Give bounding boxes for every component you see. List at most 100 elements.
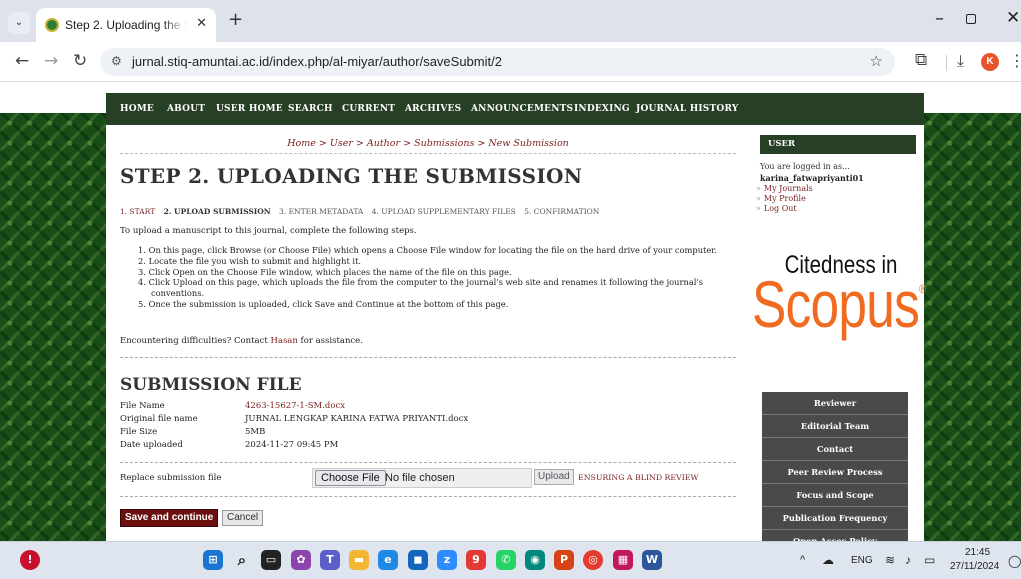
instruction-text: Locate the file you wish to submit and h…	[148, 255, 362, 266]
tab-title: Step 2. Uploading the Submissio	[65, 18, 187, 32]
menu-open-access-policy[interactable]: Open Acses Policy	[762, 530, 908, 541]
file-name-link[interactable]: 4263-15627-1-SM.docx	[245, 401, 345, 411]
nav-about[interactable]: ABOUT	[167, 104, 205, 114]
breadcrumb-submissions[interactable]: Submissions	[414, 138, 474, 149]
nav-archives[interactable]: ARCHIVES	[405, 104, 461, 114]
battery-icon[interactable]: ▭	[924, 553, 935, 567]
forward-arrow-icon[interactable]: →	[44, 51, 58, 71]
window-close-icon[interactable]: ✕	[1006, 8, 1020, 28]
app-red-icon[interactable]: 9	[466, 550, 486, 570]
notification-badge-icon[interactable]: !	[20, 550, 40, 570]
edge-icon[interactable]: e	[378, 550, 398, 570]
nav-journal-history[interactable]: JOURNAL HISTORY	[636, 104, 738, 114]
choose-file-button[interactable]: Choose File	[315, 470, 386, 486]
profile-avatar[interactable]: K	[981, 53, 999, 71]
tab-close-icon[interactable]: ✕	[196, 16, 207, 31]
nav-announcements[interactable]: ANNOUNCEMENTS	[471, 104, 573, 114]
browser-menu-icon[interactable]: ⋮	[1009, 51, 1021, 70]
submission-steps: 1. START 2. UPLOAD SUBMISSION 3. ENTER M…	[120, 207, 605, 216]
original-file-label: Original file name	[120, 414, 198, 424]
reload-icon[interactable]: ↻	[73, 51, 87, 71]
my-journals-link[interactable]: » My Journals	[756, 184, 813, 194]
step-upload-submission: 2. UPLOAD SUBMISSION	[163, 207, 271, 216]
search-icon[interactable]: ⌕	[232, 550, 252, 570]
app-pink-icon[interactable]: ▦	[613, 550, 633, 570]
chrome-icon[interactable]: ◎	[583, 550, 603, 570]
menu-peer-review-process[interactable]: Peer Review Process	[762, 461, 908, 484]
url-text[interactable]: jurnal.stiq-amuntai.ac.id/index.php/al-m…	[132, 54, 502, 69]
menu-focus-and-scope[interactable]: Focus and Scope	[762, 484, 908, 507]
date-uploaded-value: 2024-11-27 09:45 PM	[245, 440, 339, 450]
onedrive-icon[interactable]: ☁	[822, 553, 834, 567]
notification-bell-icon[interactable]: ◯	[1008, 554, 1021, 568]
menu-contact[interactable]: Contact	[762, 438, 908, 461]
zoom-icon[interactable]: z	[437, 550, 457, 570]
bookmark-star-icon[interactable]: ☆	[870, 52, 883, 70]
upload-button[interactable]: Upload	[534, 469, 574, 485]
tray-overflow-icon[interactable]: ^	[800, 554, 805, 566]
file-size-row: File Size 5MB	[120, 427, 265, 437]
breadcrumb-home[interactable]: Home	[287, 138, 316, 149]
word-icon[interactable]: W	[642, 550, 662, 570]
my-profile-label: My Profile	[763, 194, 806, 203]
window-maximize-icon[interactable]	[966, 14, 976, 24]
instruction-item: 4. Click Upload on this page, which uplo…	[138, 277, 703, 288]
language-indicator[interactable]: ENG	[851, 555, 873, 566]
cancel-button[interactable]: Cancel	[222, 510, 264, 526]
nav-user-home[interactable]: USER HOME	[216, 104, 283, 114]
download-icon[interactable]: ⤓	[957, 51, 964, 71]
tab-search-button[interactable]: ⌄	[8, 12, 30, 34]
clock-date[interactable]: 27/11/2024	[950, 561, 999, 572]
breadcrumb-author[interactable]: Author	[367, 138, 400, 149]
log-out-link[interactable]: » Log Out	[756, 204, 813, 214]
site-info-icon[interactable]: ⚙	[111, 54, 122, 68]
step-start[interactable]: 1. START	[120, 207, 155, 216]
task-view-icon[interactable]: ▭	[261, 550, 281, 570]
app-teal-icon[interactable]: ◉	[525, 550, 545, 570]
logged-in-text: You are logged in as...	[760, 162, 850, 171]
toolbar-divider	[946, 55, 947, 71]
username: karina_fatwapriyanti01	[760, 173, 864, 183]
menu-publication-frequency[interactable]: Publication Frequency	[762, 507, 908, 530]
whatsapp-icon[interactable]: ✆	[496, 550, 516, 570]
browser-tab[interactable]: Step 2. Uploading the Submissio ✕	[36, 8, 216, 42]
registered-mark: ®	[919, 282, 926, 296]
file-explorer-icon[interactable]: ▬	[349, 550, 369, 570]
breadcrumb-separator: >	[400, 138, 415, 149]
store-icon[interactable]: ◼	[408, 550, 428, 570]
help-text-before: Encountering difficulties? Contact	[120, 336, 271, 346]
menu-reviewer[interactable]: Reviewer	[762, 392, 908, 415]
volume-icon[interactable]: ♪	[905, 553, 911, 567]
blind-review-link[interactable]: ENSURING A BLIND REVIEW	[578, 473, 699, 482]
powerpoint-icon[interactable]: P	[554, 550, 574, 570]
back-arrow-icon[interactable]: ←	[15, 51, 29, 71]
instruction-item: 2. Locate the file you wish to submit an…	[138, 255, 362, 266]
instruction-text: Click Upload on this page, which uploads…	[148, 277, 703, 288]
contact-link[interactable]: Hasan	[270, 336, 297, 346]
file-name-row: File Name 4263-15627-1-SM.docx	[120, 401, 345, 411]
nav-indexing[interactable]: INDEXING	[574, 104, 630, 114]
start-windows-icon[interactable]: ⊞	[203, 550, 223, 570]
nav-current[interactable]: CURRENT	[342, 104, 395, 114]
scopus-logo[interactable]: Scopus®	[752, 266, 926, 342]
wifi-icon[interactable]: ≋	[885, 553, 895, 567]
url-field[interactable]: ⚙ jurnal.stiq-amuntai.ac.id/index.php/al…	[100, 48, 895, 76]
nav-home[interactable]: HOME	[120, 104, 154, 114]
original-file-name: JURNAL LENGKAP KARINA FATWA PRIYANTI.doc…	[245, 414, 469, 424]
instruction-continuation: conventions.	[151, 288, 205, 299]
clock-time[interactable]: 21:45	[965, 547, 990, 558]
file-chooser[interactable]: Choose File No file chosen	[312, 468, 532, 488]
teams-icon[interactable]: T	[320, 550, 340, 570]
intro-text: To upload a manuscript to this journal, …	[120, 226, 417, 236]
my-profile-link[interactable]: » My Profile	[756, 194, 813, 204]
breadcrumb-user[interactable]: User	[330, 138, 353, 149]
save-and-continue-button[interactable]: Save and continue	[120, 509, 219, 527]
menu-editorial-team[interactable]: Editorial Team	[762, 415, 908, 438]
breadcrumb-current[interactable]: New Submission	[488, 138, 568, 149]
new-tab-button[interactable]: +	[228, 9, 243, 30]
nav-search[interactable]: SEARCH	[288, 104, 333, 114]
widgets-icon[interactable]: ✿	[291, 550, 311, 570]
address-bar-row: ← → ↻ ⚙ jurnal.stiq-amuntai.ac.id/index.…	[0, 42, 1021, 82]
window-minimize-icon[interactable]: –	[935, 8, 944, 29]
extensions-icon[interactable]: ⧉	[915, 50, 927, 70]
